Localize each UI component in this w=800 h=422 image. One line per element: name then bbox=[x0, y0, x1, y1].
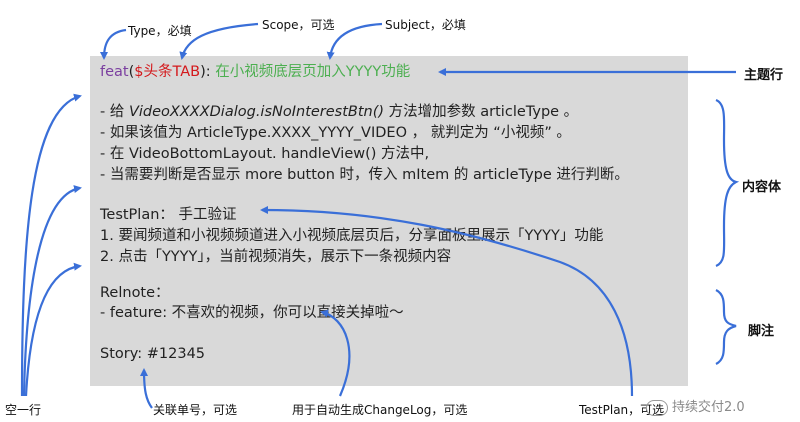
brace-footer bbox=[715, 289, 737, 365]
arrow-scope bbox=[179, 22, 259, 60]
arrow-blank-line-3 bbox=[24, 262, 82, 397]
arrow-testplan bbox=[260, 206, 634, 397]
arrow-issue bbox=[140, 368, 153, 409]
arrow-changelog bbox=[320, 309, 351, 397]
brace-body bbox=[715, 98, 740, 268]
annotation-arrows bbox=[20, 22, 740, 409]
arrow-type bbox=[100, 28, 127, 60]
arrow-subject bbox=[326, 22, 383, 60]
arrow-blank-line-2 bbox=[22, 185, 82, 397]
